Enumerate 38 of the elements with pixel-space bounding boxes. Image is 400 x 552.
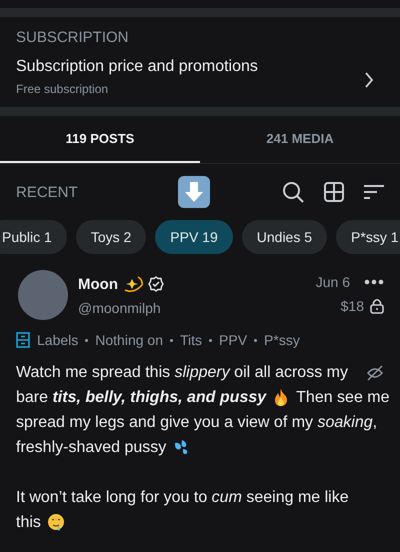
label-link[interactable]: Nothing on: [95, 332, 163, 348]
post-text: It won’t take long for you to cum seeing me like: [16, 488, 349, 506]
drooling-face-icon: [46, 513, 65, 532]
author-name[interactable]: Moon: [78, 276, 118, 292]
subscription-row[interactable]: Subscription price and promotions Free subscription: [16, 58, 384, 101]
post-text: freshly-shaved pussy: [16, 438, 166, 456]
label-link[interactable]: PPV: [219, 332, 248, 348]
post-text: Then see me: [296, 388, 390, 406]
chevron-right-icon: [364, 72, 374, 88]
filter-chip[interactable]: PPV 19: [155, 220, 233, 254]
sort-icon[interactable]: [364, 184, 384, 200]
more-icon[interactable]: [364, 279, 384, 285]
row-subtitle: Free subscription: [16, 82, 110, 96]
author-handle[interactable]: @moonmilph: [78, 300, 164, 316]
sparkle-star-icon: [122, 274, 144, 294]
tab[interactable]: 241 MEDIA: [200, 116, 400, 163]
post-price: $18: [340, 298, 364, 314]
tab[interactable]: 119 POSTS: [0, 116, 200, 163]
labels-link[interactable]: Labels: [37, 332, 78, 348]
post-text: Watch me spread this slippery oil all across my: [16, 364, 348, 382]
post-text: this: [16, 514, 41, 532]
filter-chip[interactable]: P*ssy 1: [336, 220, 400, 254]
drawers-icon: [16, 332, 30, 348]
post-date: Jun 6: [316, 274, 350, 290]
post-text: spread my legs and give you a view of my soaking,: [16, 414, 378, 432]
label-link[interactable]: Tits: [180, 332, 202, 348]
section-heading: SUBSCRIPTION: [16, 29, 130, 46]
eye-slash-icon[interactable]: [366, 364, 384, 380]
grid-icon[interactable]: [324, 182, 344, 202]
filter-chip[interactable]: Public 1: [0, 220, 67, 254]
row-title: Subscription price and promotions: [16, 58, 258, 76]
filter-chip[interactable]: Undies 5: [242, 220, 328, 254]
post-text: bare tits, belly, thighs, and pussy: [16, 388, 266, 406]
search-icon[interactable]: [282, 181, 304, 203]
section-heading: RECENT: [16, 184, 79, 200]
filter-chip[interactable]: Toys 2: [76, 220, 146, 254]
avatar[interactable]: [18, 270, 68, 320]
label-link[interactable]: P*ssy: [264, 332, 300, 348]
